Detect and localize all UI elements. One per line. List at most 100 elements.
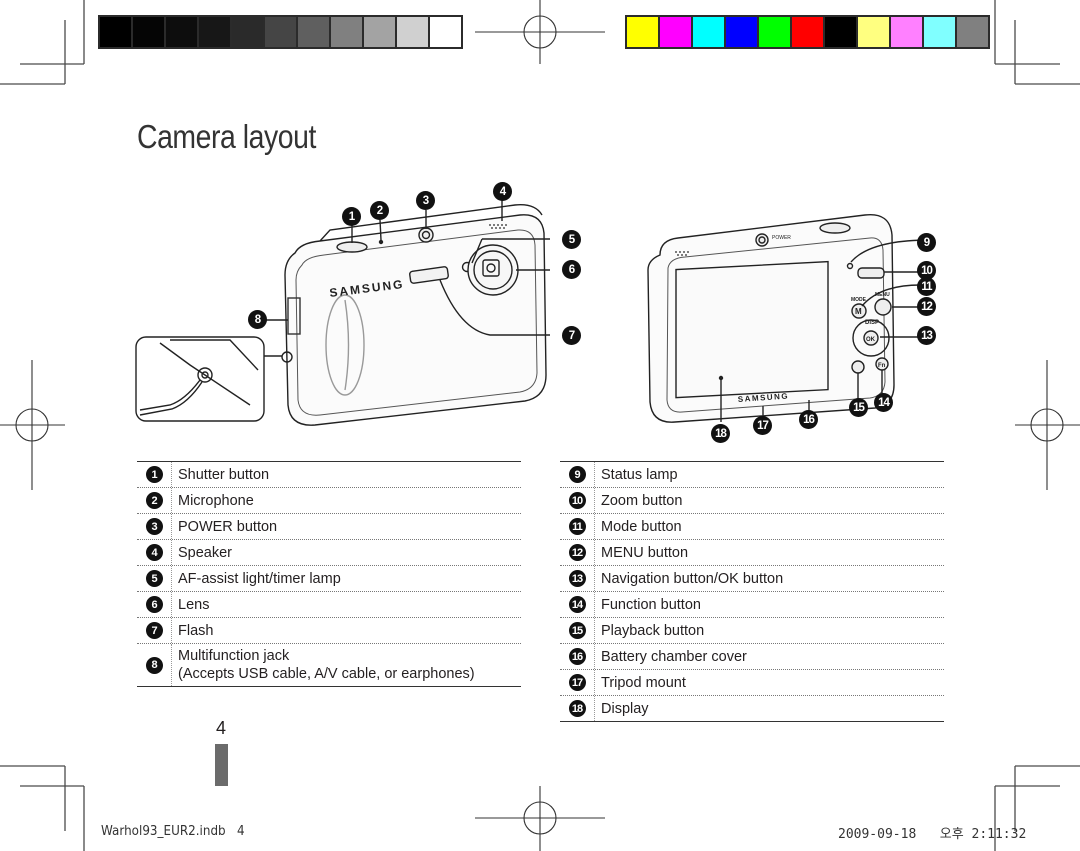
legend-row: 12 MENU button [560, 540, 944, 566]
number-bullet: 1 [145, 466, 163, 483]
legend-label-text: Mode button [601, 518, 682, 535]
back-camera-illustration: SAMSUNG POWER MODE MENU DISP OK M Fn [647, 213, 931, 423]
legend-label-text: Tripod mount [601, 674, 686, 691]
color-swatch [792, 17, 823, 47]
gray-swatch [199, 17, 230, 47]
legend-number-cell: 11 [560, 514, 595, 539]
color-swatch [627, 17, 658, 47]
lens-shape [467, 244, 519, 296]
legend-row: 14 Function button [560, 592, 944, 618]
legend-label: Display [595, 697, 649, 721]
legend-number-cell: 16 [560, 644, 595, 669]
legend-number-cell: 15 [560, 618, 595, 643]
shutter-button-shape [336, 241, 368, 253]
callout-18: 18 [711, 424, 730, 443]
number-bullet: 3 [145, 518, 163, 535]
legend-label: Flash [172, 619, 213, 643]
legend-label: Navigation button/OK button [595, 567, 783, 591]
legend-number-cell: 3 [137, 514, 172, 539]
color-swatch [924, 17, 955, 47]
callout-7: 7 [562, 326, 581, 345]
legend-number-cell: 5 [137, 566, 172, 591]
zoom-rocker-shape [857, 267, 885, 279]
color-swatch [825, 17, 856, 47]
number-bullet: 17 [568, 674, 586, 691]
legend-row: 4 Speaker [137, 540, 521, 566]
display-shape [675, 260, 829, 399]
number-bullet: 4 [145, 544, 163, 561]
legend-number-cell: 2 [137, 488, 172, 513]
number-bullet: 15 [568, 622, 586, 639]
number-bullet: 2 [145, 492, 163, 509]
legend-number-cell: 17 [560, 670, 595, 695]
legend-label-text: Status lamp [601, 466, 678, 483]
number-bullet: 6 [145, 596, 163, 613]
number-bullet: 12 [568, 544, 586, 561]
callout-16: 16 [799, 410, 818, 429]
legend-row: 13 Navigation button/OK button [560, 566, 944, 592]
legend-label: Function button [595, 593, 701, 617]
gray-swatch [100, 17, 131, 47]
gray-swatch [232, 17, 263, 47]
legend-label-text: Speaker [178, 544, 233, 561]
crop-mark-bottom-left [0, 765, 85, 851]
legend-number-cell: 4 [137, 540, 172, 565]
number-bullet: 9 [568, 466, 586, 483]
legend-label-text: POWER button [178, 518, 278, 535]
legend-label-text: AF-assist light/timer lamp [178, 570, 341, 587]
footer-file-slug: Warhol93_EUR2.indb 4 [101, 824, 245, 839]
registration-mark-left [0, 360, 65, 490]
legend-label: Tripod mount [595, 671, 686, 695]
callout-12: 12 [917, 297, 936, 316]
legend-number-cell: 7 [137, 618, 172, 643]
legend-label: Multifunction jack (Accepts USB cable, A/… [172, 644, 475, 686]
gray-swatch [298, 17, 329, 47]
callout-9: 9 [917, 233, 936, 252]
number-bullet: 10 [568, 492, 586, 509]
legend-label: POWER button [172, 515, 277, 539]
callout-1: 1 [342, 207, 361, 226]
legend-label-text: Flash [178, 622, 214, 639]
legend-row: 15 Playback button [560, 618, 944, 644]
legend-label: Mode button [595, 515, 682, 539]
legend-row: 10 Zoom button [560, 488, 944, 514]
legend-number-cell: 14 [560, 592, 595, 617]
number-bullet: 11 [568, 518, 586, 535]
color-swatch [660, 17, 691, 47]
number-bullet: 14 [568, 596, 586, 613]
legend-label-text: Display [601, 700, 649, 717]
legend-label-text: Function button [601, 596, 701, 613]
number-bullet: 16 [568, 648, 586, 665]
registration-mark-top [475, 0, 605, 64]
callout-6: 6 [562, 260, 581, 279]
callout-4: 4 [493, 182, 512, 201]
legend-label-text: Shutter button [178, 466, 270, 483]
number-bullet: 8 [145, 656, 163, 674]
legend-label: Lens [172, 593, 209, 617]
callout-17: 17 [753, 416, 772, 435]
menu-label: MENU [875, 292, 890, 298]
crop-mark-top-right [994, 0, 1080, 85]
legend-label-text: Navigation button/OK button [601, 570, 784, 587]
number-bullet: 13 [568, 570, 586, 587]
mode-label: MODE [851, 297, 867, 303]
callout-11: 11 [917, 277, 936, 296]
legend-row: 11 Mode button [560, 514, 944, 540]
legend-label: Playback button [595, 619, 704, 643]
legend-label-text: Zoom button [601, 492, 683, 509]
legend-row: 9 Status lamp [560, 462, 944, 488]
color-swatch [957, 17, 988, 47]
legend-number-cell: 18 [560, 696, 595, 721]
gray-swatch [166, 17, 197, 47]
legend-number-cell: 1 [137, 462, 172, 487]
callout-15: 15 [849, 398, 868, 417]
legend-number-cell: 12 [560, 540, 595, 565]
legend-row: 16 Battery chamber cover [560, 644, 944, 670]
legend-label: AF-assist light/timer lamp [172, 567, 341, 591]
page-number: 4 [216, 718, 227, 738]
callout-14: 14 [874, 393, 893, 412]
gray-swatch [265, 17, 296, 47]
legend-number-cell: 8 [137, 644, 172, 686]
disp-label: DISP [865, 320, 879, 326]
number-bullet: 18 [568, 700, 586, 717]
